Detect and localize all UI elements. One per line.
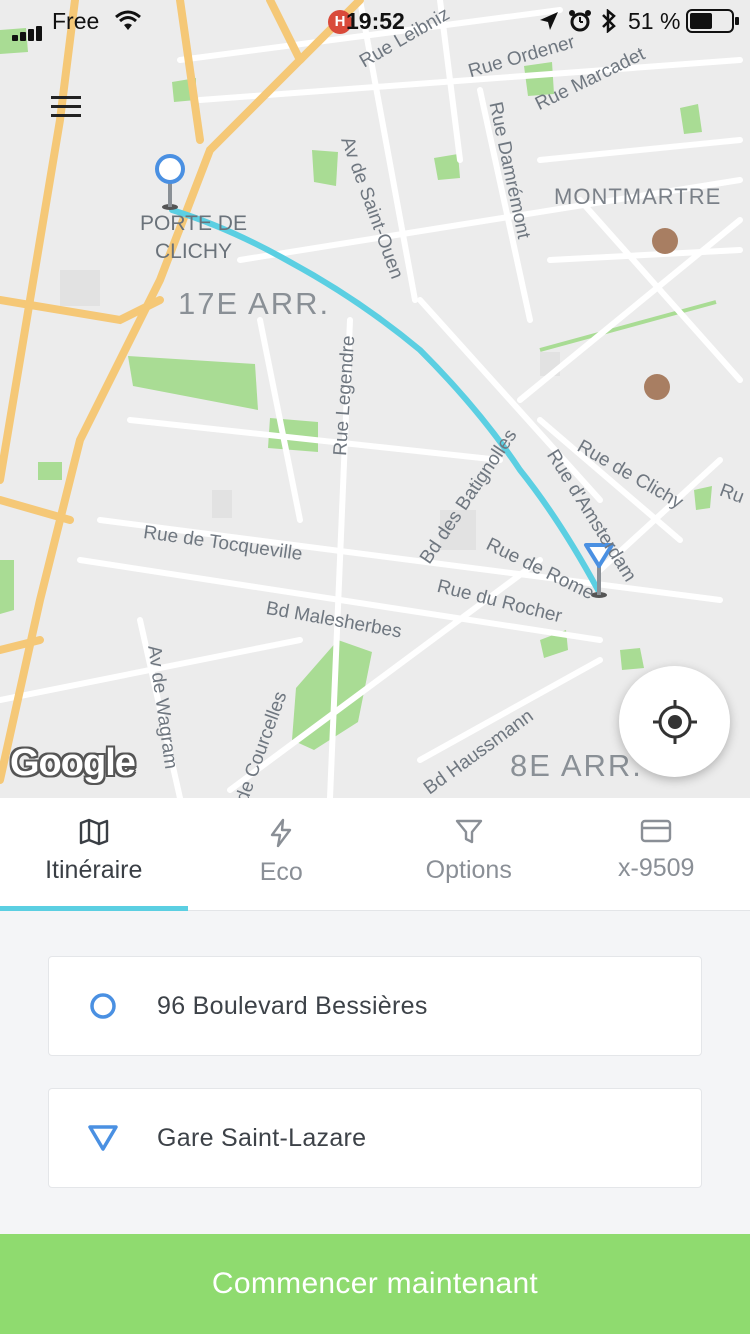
crosshair-icon: [652, 699, 697, 744]
menu-button[interactable]: [44, 88, 88, 128]
tab-options[interactable]: Options: [375, 798, 563, 910]
wifi-icon: [115, 10, 141, 30]
origin-address: 96 Boulevard Bessières: [157, 991, 428, 1020]
origin-circle-icon: [90, 993, 116, 1019]
start-now-button[interactable]: Commencer maintenant: [0, 1234, 750, 1334]
map-view[interactable]: PORTE DE CLICHY 17E ARR. 8E ARR. MONTMAR…: [0, 0, 750, 798]
map-label-montmartre: MONTMARTRE: [554, 184, 722, 209]
origin-field[interactable]: 96 Boulevard Bessières: [48, 956, 702, 1056]
tab-bar: Itinéraire Eco Options x-9509: [0, 798, 750, 911]
tab-itineraire[interactable]: Itinéraire: [0, 798, 188, 911]
location-arrow-icon: [540, 12, 558, 30]
clock-time: 19:52: [346, 8, 405, 34]
destination-field[interactable]: Gare Saint-Lazare: [48, 1088, 702, 1188]
destination-triangle-icon: [88, 1125, 118, 1151]
alarm-icon: [569, 10, 591, 32]
signal-strength-icon: [12, 14, 44, 41]
map-label-8e-arr: 8E ARR.: [510, 748, 643, 783]
hamburger-icon: [51, 96, 81, 117]
map-label-porte-de-clichy: PORTE DE CLICHY: [140, 212, 247, 263]
battery-icon: [686, 9, 739, 33]
tab-payment[interactable]: x-9509: [563, 798, 750, 910]
status-bar: Free H 19:52 51 %: [0, 0, 750, 42]
map-icon: [79, 818, 108, 846]
credit-card-icon: [641, 819, 672, 843]
filter-icon: [455, 819, 482, 844]
tab-label: x-9509: [618, 854, 695, 882]
route-form: 96 Boulevard Bessières Gare Saint-Lazare: [0, 911, 750, 1234]
tab-eco[interactable]: Eco: [188, 798, 376, 910]
lightning-icon: [271, 818, 292, 848]
tab-label: Eco: [259, 858, 303, 886]
destination-address: Gare Saint-Lazare: [157, 1123, 367, 1152]
bluetooth-icon: [602, 9, 616, 33]
google-logo: Google: [10, 742, 136, 784]
carrier-name: Free: [52, 8, 100, 34]
map-label-17e-arr: 17E ARR.: [178, 286, 331, 321]
tab-label: Options: [425, 856, 512, 884]
battery-percent: 51 %: [628, 8, 681, 34]
my-location-button[interactable]: [619, 666, 730, 777]
tab-label: Itinéraire: [45, 856, 143, 884]
